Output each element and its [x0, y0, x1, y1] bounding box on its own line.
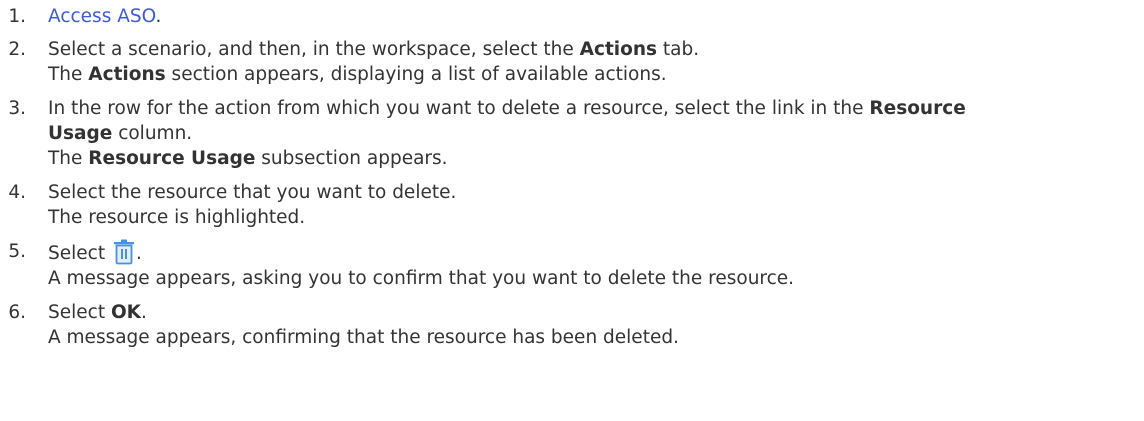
step-3: 3. In the row for the action from which … [0, 96, 1144, 171]
step-text: . [135, 243, 142, 264]
step-result: subsection appears. [255, 148, 448, 169]
step-body: Select OK. A message appears, confirming… [26, 300, 1144, 350]
step-body: Select a scenario, and then, in the work… [26, 37, 1144, 87]
step-text: . [141, 302, 147, 323]
step-number: 5. [8, 241, 26, 262]
step-2: 2. Select a scenario, and then, in the w… [0, 37, 1144, 87]
step-result: The resource is highlighted. [48, 207, 306, 228]
step-1: 1. Access ASO. [0, 4, 1144, 29]
step-number: 3. [8, 98, 26, 119]
access-aso-link[interactable]: Access ASO [48, 6, 155, 27]
step-result: A message appears, asking you to confirm… [48, 268, 795, 289]
step-text: . [155, 6, 162, 27]
step-4: 4. Select the resource that you want to … [0, 180, 1144, 230]
step-6: 6. Select OK. A message appears, confirm… [0, 300, 1144, 350]
step-text: Select a scenario, and then, in the work… [48, 39, 580, 60]
step-result: A message appears, confirming that the r… [48, 327, 679, 348]
ui-term: OK [110, 302, 142, 323]
step-text: tab. [657, 39, 700, 60]
ui-term: Resource Usage [88, 148, 256, 169]
ui-term: Actions [88, 64, 166, 85]
step-number: 4. [8, 182, 26, 203]
step-text: Select [48, 243, 111, 264]
ui-term: Actions [579, 39, 658, 60]
step-text: Select [48, 302, 111, 323]
step-text: column. [112, 123, 193, 144]
step-number: 6. [8, 302, 26, 323]
step-number: 2. [8, 39, 26, 60]
step-body: Select . A message appears, asking you t… [26, 239, 1144, 291]
step-result: The [48, 148, 89, 169]
step-number: 1. [8, 6, 26, 27]
step-result: section appears, displaying a list of av… [165, 64, 667, 85]
step-body: Access ASO. [26, 4, 1144, 29]
ui-term: Resource [869, 98, 966, 119]
step-text: In the row for the action from which you… [48, 98, 870, 119]
step-result: The [48, 64, 89, 85]
step-body: Select the resource that you want to del… [26, 180, 1144, 230]
procedure-steps: 1. Access ASO. 2. Select a scenario, and… [0, 4, 1144, 350]
step-body: In the row for the action from which you… [26, 96, 1144, 171]
step-text: Select the resource that you want to del… [48, 182, 457, 203]
trash-icon [112, 239, 136, 265]
ui-term: Usage [48, 123, 113, 144]
step-5: 5. Select . A message appears, asking yo… [0, 239, 1144, 291]
